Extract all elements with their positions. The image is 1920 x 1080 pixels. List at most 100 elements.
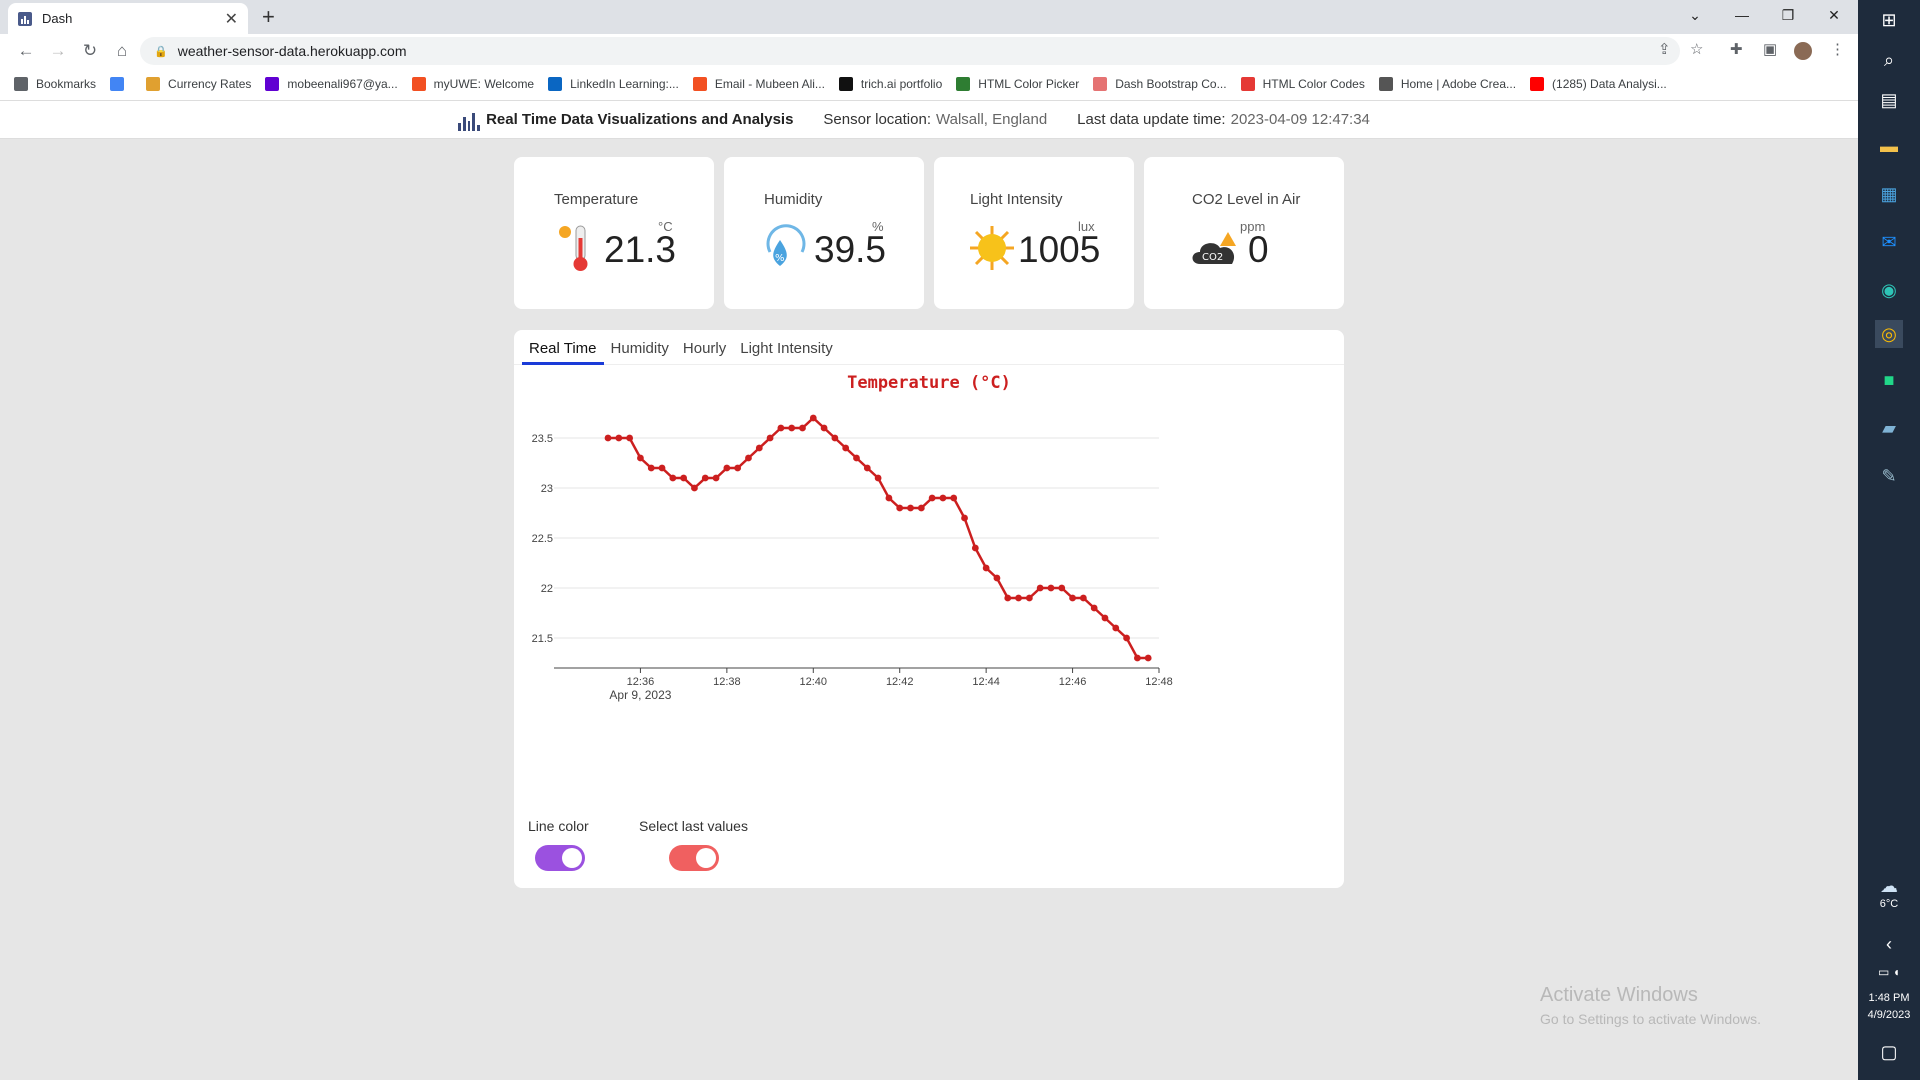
x-tick-label: 12:46 [1059,676,1087,688]
data-point [1036,584,1044,592]
data-point [1144,654,1152,662]
sidepanel-icon[interactable]: ▣ [1763,40,1777,58]
data-point [734,464,742,472]
new-tab-button[interactable]: + [262,4,275,30]
file-explorer-icon[interactable]: ▬ [1875,132,1903,160]
x-date-label: Apr 9, 2023 [609,688,671,702]
bookmark-label: (1285) Data Analysi... [1552,77,1667,91]
bookmark-item[interactable]: LinkedIn Learning:... [548,77,679,91]
bookmark-item[interactable]: Currency Rates [146,77,251,91]
close-tab-icon[interactable]: ✕ [225,9,238,29]
tab-humidity[interactable]: Humidity [604,330,676,365]
data-point [647,464,655,472]
bookmark-label: HTML Color Picker [978,77,1080,91]
browser-toolbar: ← → ↻ ⌂ 🔒 weather-sensor-data.herokuapp.… [0,34,1858,68]
bookmark-item[interactable]: HTML Color Picker [956,77,1079,91]
bookmark-item[interactable]: Home | Adobe Crea... [1378,77,1517,91]
select-last-toggle[interactable] [669,845,719,871]
bookmark-item[interactable] [110,77,132,91]
location-value: Walsall, England [936,111,1048,128]
bookmark-icon [692,77,707,91]
bookmark-label: Bookmarks [36,77,97,91]
data-point [691,484,698,492]
tab-strip: Dash ✕ + ⌄ — ❐ ✕ [0,0,1858,34]
y-tick-label: 23 [541,483,553,495]
data-point [950,494,958,502]
data-point [1090,604,1098,612]
data-point [939,494,947,502]
windows-taskbar: ⊞ ⌕ ▤ ▬ ▦ ✉ ◉ ◎ ■ ▰ ✎ ☁ 6°C ‹ ▭ ◖ 1:48 P… [1858,0,1920,1080]
bookmark-label: HTML Color Codes [1262,77,1365,91]
share-icon[interactable]: ⇪ [1658,40,1671,58]
bookmark-item[interactable]: (1285) Data Analysi... [1530,77,1667,91]
tab-hourly[interactable]: Hourly [676,330,733,365]
restore-button[interactable]: ❐ [1765,0,1811,30]
data-point [907,504,914,512]
weather-icon[interactable]: ☁ [1875,872,1903,900]
mail-icon[interactable]: ✉ [1875,228,1903,256]
paint-icon[interactable]: ✎ [1875,462,1903,490]
home-icon[interactable]: ⌂ [106,41,138,61]
search-icon[interactable]: ⌕ [1875,46,1903,74]
notepad-icon[interactable]: ▰ [1875,414,1903,442]
bookmark-item[interactable]: mobeenali967@ya... [265,77,398,91]
data-point [701,474,709,482]
data-point [712,474,720,482]
network-volume-icon[interactable]: ▭ ◖ [1875,958,1903,986]
back-icon[interactable]: ← [10,41,42,61]
bookmark-item[interactable]: Bookmarks [14,77,96,91]
profile-avatar[interactable] [1794,42,1812,60]
co2-value: 0 [1248,229,1269,270]
pycharm-icon[interactable]: ■ [1875,366,1903,394]
tab-light-intensity[interactable]: Light Intensity [733,330,840,365]
forward-icon[interactable]: → [42,41,74,61]
co2-card: CO2 Level in Air CO2 ppm 0 [1144,157,1344,309]
data-point [896,504,904,512]
address-bar[interactable]: 🔒 weather-sensor-data.herokuapp.com [140,37,1680,65]
svg-text:CO2: CO2 [1202,252,1223,263]
bookmark-item[interactable]: trich.ai portfolio [838,77,942,91]
extensions-icon[interactable]: ✚ [1730,40,1743,58]
chart-tabs: Real Time Humidity Hourly Light Intensit… [514,330,1344,365]
svg-text:%: % [775,253,785,264]
line-color-toggle[interactable] [535,845,585,871]
chevron-left-icon[interactable]: ‹ [1875,930,1903,958]
select-last-label: Select last values [639,818,748,834]
update-value: 2023-04-09 12:47:34 [1230,111,1370,128]
humidity-title: Humidity [764,191,823,208]
task-view-icon[interactable]: ▤ [1875,86,1903,114]
activate-title: Activate Windows [1540,984,1698,1006]
bookmark-icon [110,77,125,91]
minimize-button[interactable]: — [1719,0,1765,30]
tab-real-time[interactable]: Real Time [522,330,604,365]
browser-tab[interactable]: Dash ✕ [8,3,248,34]
bookmark-icon [1240,77,1255,91]
menu-icon[interactable]: ⋮ [1830,40,1845,58]
data-point [669,474,677,482]
notifications-icon[interactable]: ▢ [1875,1038,1903,1066]
bookmark-item[interactable]: HTML Color Codes [1240,77,1365,91]
data-point [842,444,850,452]
bookmark-item[interactable]: myUWE: Welcome [411,77,534,91]
reload-icon[interactable]: ↻ [74,41,106,61]
co2-cloud-icon: CO2 [1192,232,1236,264]
windows-start-icon[interactable]: ⊞ [1875,6,1903,34]
bookmarks-bar: Bookmarks Currency Rates mobeenali967@ya..… [0,68,1858,101]
data-point [680,474,688,482]
data-point [1025,594,1033,602]
x-tick-label: 12:40 [800,676,828,688]
data-point [755,444,763,452]
edge-icon[interactable]: ◉ [1875,276,1903,304]
lock-icon: 🔒 [154,45,168,58]
close-window-button[interactable]: ✕ [1811,0,1857,30]
toggle-knob [562,848,582,868]
bookmark-label: Home | Adobe Crea... [1400,77,1517,91]
bookmark-star-icon[interactable]: ☆ [1690,40,1703,58]
store-icon[interactable]: ▦ [1875,180,1903,208]
bookmark-item[interactable]: Dash Bootstrap Co... [1093,77,1227,91]
bookmark-item[interactable]: Email - Mubeen Ali... [692,77,825,91]
chrome-icon[interactable]: ◎ [1875,320,1903,348]
browser-window: Dash ✕ + ⌄ — ❐ ✕ ← → ↻ ⌂ 🔒 weather-senso… [0,0,1858,1080]
data-point [853,454,860,462]
tab-search-icon[interactable]: ⌄ [1672,0,1718,30]
